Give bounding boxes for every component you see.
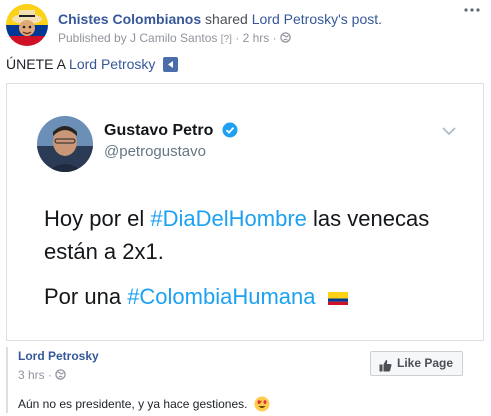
post-text: ÚNETE A Lord Petrosky	[6, 55, 179, 73]
tweet-handle: @petrogustavo	[104, 143, 206, 160]
tweet-line2: Por una #ColombiaHumana	[44, 280, 464, 313]
shared-text: shared	[205, 11, 248, 27]
shared-page-meta: 3 hrs ·	[18, 368, 67, 382]
post-text-page-link[interactable]: Lord Petrosky	[69, 56, 155, 72]
tweet-line2-start: Por una	[44, 284, 122, 309]
tweet-hashtag-dia-del-hombre: #DiaDelHombre	[150, 206, 307, 231]
shared-post-caption: Aún no es presidente, y ya hace gestione…	[18, 396, 270, 412]
shared-post-link[interactable]: Lord Petrosky's post.	[252, 11, 382, 27]
shared-post-caption-text: Aún no es presidente, y ya hace gestione…	[18, 397, 248, 411]
heart-eyes-emoji-icon	[254, 396, 270, 412]
like-page-button[interactable]: Like Page	[370, 351, 463, 376]
shared-page-separator: ·	[48, 368, 53, 382]
tweet-hashtag-colombia-humana: #ColombiaHumana	[127, 284, 316, 309]
meta-separator-2: ·	[272, 31, 277, 45]
post-meta: Published by J Camilo Santos [?] · 2 hrs…	[58, 31, 291, 47]
meta-separator: ·	[235, 31, 240, 45]
post-timestamp[interactable]: 2 hrs	[243, 31, 270, 45]
more-options-icon[interactable]	[462, 4, 482, 20]
post-author-line: Chistes Colombianos shared Lord Petrosky…	[58, 11, 382, 28]
globe-icon	[280, 32, 291, 43]
published-by-text: Published by J Camilo Santos	[58, 31, 218, 45]
page-avatar[interactable]	[6, 4, 48, 46]
thumbs-up-icon	[379, 357, 392, 372]
shared-page-name[interactable]: Lord Petrosky	[18, 349, 99, 363]
like-page-label: Like Page	[397, 356, 454, 370]
tweet-avatar	[37, 116, 93, 172]
author-name-link[interactable]: Chistes Colombianos	[58, 11, 201, 27]
verified-badge-icon	[222, 122, 238, 138]
help-marker[interactable]: [?]	[221, 34, 232, 45]
video-play-icon[interactable]	[163, 57, 179, 72]
post-header: Chistes Colombianos shared Lord Petrosky…	[6, 4, 486, 50]
globe-icon	[55, 369, 67, 380]
colombia-flag-icon	[327, 281, 348, 305]
post-text-prefix: ÚNETE A	[6, 56, 66, 72]
tweet-line1-start: Hoy por el	[44, 206, 145, 231]
tweet-body: Hoy por el #DiaDelHombre las venecas est…	[44, 202, 464, 313]
shared-page-timestamp[interactable]: 3 hrs	[18, 368, 45, 382]
tweet-author-name-text: Gustavo Petro	[104, 122, 214, 139]
shared-page-footer: Lord Petrosky 3 hrs · Like Page Aún no e…	[6, 347, 484, 413]
tweet-author-name: Gustavo Petro	[104, 122, 238, 140]
shared-post-card[interactable]: Gustavo Petro @petrogustavo Hoy por el #…	[6, 83, 484, 341]
chevron-down-icon	[441, 124, 457, 136]
tweet-image[interactable]: Gustavo Petro @petrogustavo Hoy por el #…	[7, 84, 483, 340]
